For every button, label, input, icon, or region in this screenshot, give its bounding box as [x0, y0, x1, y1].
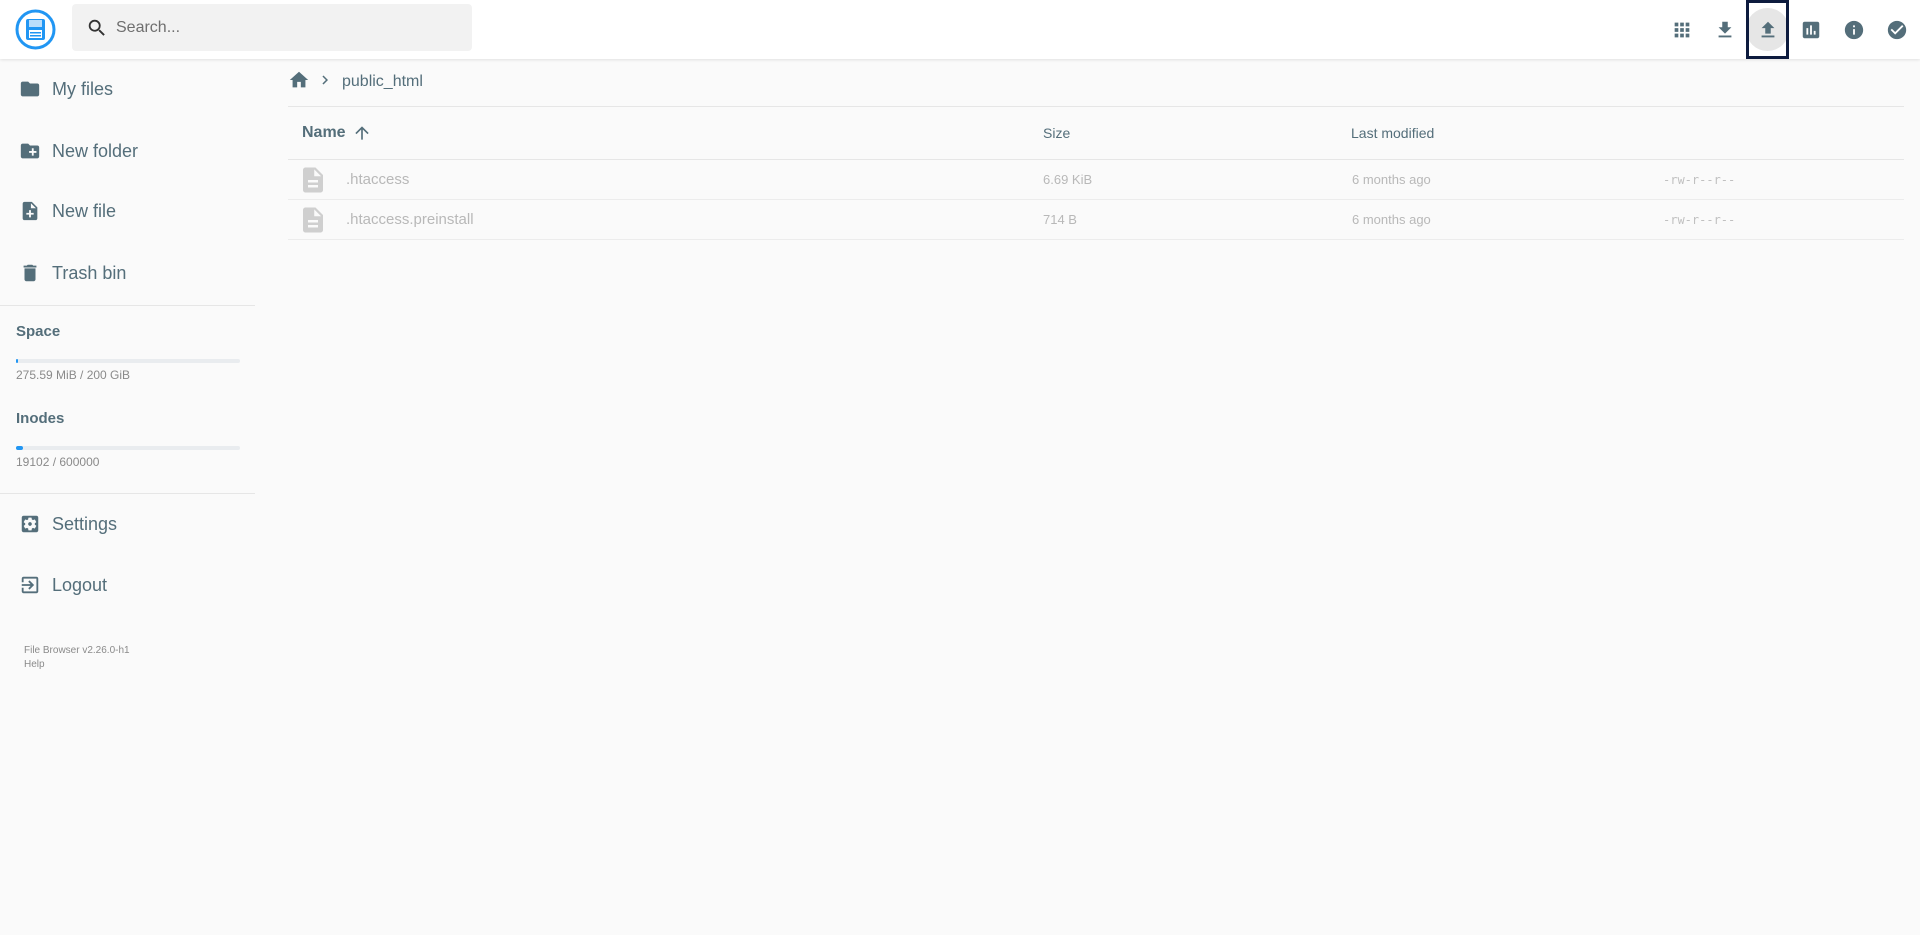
inodes-usage-fill: [16, 446, 24, 450]
column-header-name-label: Name: [302, 124, 346, 141]
inodes-title: Inodes: [16, 410, 65, 427]
upload-icon: [1761, 21, 1774, 37]
file-modified: 6 months ago: [1352, 172, 1431, 187]
sidebar-item-my-files[interactable]: My files: [0, 65, 255, 113]
create-new-folder-icon: [20, 143, 40, 159]
header-actions: [1660, 0, 1920, 59]
table-header: Name Size Last modified: [288, 106, 1904, 160]
file-permissions: -rw-r--r--: [1663, 213, 1736, 227]
file-permissions: -rw-r--r--: [1663, 173, 1736, 187]
table-row[interactable]: .htaccess.preinstall 714 B 6 months ago …: [288, 200, 1904, 240]
grid-view-icon: [1674, 22, 1689, 37]
sidebar-item-label: Settings: [52, 513, 118, 534]
download-icon: [1718, 21, 1731, 37]
settings-icon: [21, 515, 39, 533]
view-toggle-button[interactable]: [1660, 8, 1703, 51]
sidebar-item-new-folder[interactable]: New folder: [0, 127, 255, 175]
disk-usage-button[interactable]: [1789, 8, 1832, 51]
trash-icon: [23, 264, 37, 282]
arrow-up-icon: [354, 126, 369, 140]
file-browser-logo-icon[interactable]: [15, 9, 56, 50]
sidebar: My files New folder New file Trash bin S…: [0, 59, 255, 935]
select-button[interactable]: [1875, 8, 1918, 51]
sidebar-item-label: My files: [52, 78, 114, 99]
sidebar-item-label: Trash bin: [52, 262, 127, 283]
table-row[interactable]: .htaccess 6.69 KiB 6 months ago -rw-r--r…: [288, 160, 1904, 200]
help-link[interactable]: Help: [24, 658, 130, 672]
upload-wrap: [1746, 0, 1789, 59]
note-add-icon: [22, 201, 38, 221]
sidebar-item-label: New folder: [52, 140, 139, 161]
inodes-usage-text: 19102 / 600000: [16, 455, 100, 469]
sidebar-divider: [0, 493, 255, 494]
download-button[interactable]: [1703, 8, 1746, 51]
file-size: 714 B: [1043, 212, 1077, 227]
download-wrap: [1703, 0, 1746, 59]
file-icon: [298, 204, 328, 236]
sidebar-item-logout[interactable]: Logout: [0, 561, 255, 609]
info-button[interactable]: [1832, 8, 1875, 51]
disk-usage-wrap: [1789, 0, 1832, 59]
breadcrumb: public_html: [288, 70, 423, 94]
search-input[interactable]: [116, 18, 446, 37]
bar-chart-icon: [1802, 21, 1819, 38]
space-usage-fill: [16, 359, 18, 363]
info-wrap: [1832, 0, 1875, 59]
header-bar: [0, 0, 1920, 59]
upload-button[interactable]: [1746, 8, 1789, 51]
column-header-last-modified[interactable]: Last modified: [1351, 125, 1434, 141]
view-toggle-wrap: [1660, 0, 1703, 59]
file-icon: [298, 164, 328, 196]
search-box[interactable]: [72, 4, 472, 51]
credits: File Browser v2.26.0-h1 Help: [24, 644, 130, 672]
sidebar-divider: [0, 305, 255, 306]
sidebar-item-trash-bin[interactable]: Trash bin: [0, 249, 255, 297]
sidebar-item-label: New file: [52, 200, 117, 221]
breadcrumb-current[interactable]: public_html: [342, 73, 423, 91]
logout-icon: [21, 576, 39, 594]
select-wrap: [1875, 0, 1918, 59]
inodes-usage-bar: [16, 446, 240, 450]
sidebar-item-settings[interactable]: Settings: [0, 500, 255, 548]
file-name: .htaccess.preinstall: [346, 211, 474, 228]
info-icon: [1844, 20, 1863, 39]
file-name: .htaccess: [346, 171, 410, 188]
space-title: Space: [16, 323, 61, 340]
folder-icon: [20, 81, 40, 97]
file-modified: 6 months ago: [1352, 212, 1431, 227]
file-size: 6.69 KiB: [1043, 172, 1093, 187]
sidebar-item-new-file[interactable]: New file: [0, 187, 255, 235]
sidebar-item-label: Logout: [52, 574, 108, 595]
space-usage-text: 275.59 MiB / 200 GiB: [16, 368, 131, 382]
home-icon[interactable]: [288, 69, 310, 96]
search-icon: [88, 19, 105, 36]
check-circle-icon: [1887, 20, 1906, 39]
column-header-name[interactable]: Name: [302, 123, 372, 143]
version-text: File Browser v2.26.0-h1: [24, 645, 130, 656]
column-header-size[interactable]: Size: [1043, 125, 1070, 141]
chevron-right-icon: [310, 71, 334, 94]
space-usage-bar: [16, 359, 240, 363]
